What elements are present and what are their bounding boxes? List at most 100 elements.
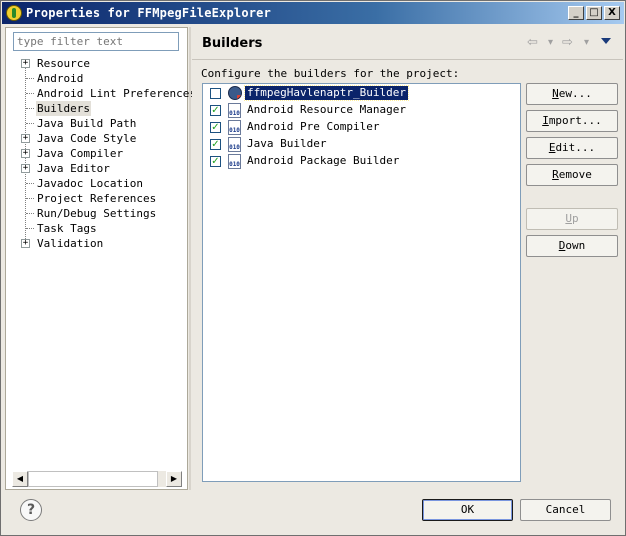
builder-row[interactable]: ✓ 010 Java Builder (203, 136, 520, 153)
expand-icon[interactable]: + (21, 239, 30, 248)
builder-checkbox[interactable]: ✓ (210, 156, 221, 167)
tree-item[interactable]: + Java Editor (6, 161, 187, 176)
app-icon (6, 5, 22, 21)
ok-button[interactable]: OK (422, 499, 513, 521)
tree-connector (26, 213, 34, 214)
down-button[interactable]: Down (526, 235, 618, 257)
tree-item-label: Java Code Style (37, 132, 137, 145)
title-bar: Properties for FFMpegFileExplorer _ □ X (2, 2, 624, 24)
import-button[interactable]: Import... (526, 110, 618, 132)
tree-item[interactable]: Android (6, 71, 187, 86)
new-label: ew... (558, 87, 592, 100)
builder-row[interactable]: ✓ 010 Android Resource Manager (203, 102, 520, 119)
tree-connector (26, 108, 34, 109)
builder-label: Java Builder (247, 137, 327, 150)
window-title: Properties for FFMpegFileExplorer (26, 6, 272, 20)
builder-row[interactable]: ffmpegHavlenaptr_Builder (203, 85, 520, 102)
cancel-button[interactable]: Cancel (520, 499, 611, 521)
tree-item-label: Task Tags (37, 222, 97, 235)
properties-dialog: Properties for FFMpegFileExplorer _ □ X … (0, 0, 626, 536)
tree-item-label: Android (37, 72, 84, 85)
builder-file-icon: 010 (228, 137, 241, 152)
builder-row[interactable]: ✓ 010 Android Pre Compiler (203, 119, 520, 136)
dialog-footer: ? OK Cancel (2, 491, 624, 535)
tree-item[interactable]: + Java Compiler (6, 146, 187, 161)
tree-item-label: Run/Debug Settings (37, 207, 157, 220)
new-button[interactable]: New... (526, 83, 618, 105)
tree-item-label: Android Lint Preferences (37, 87, 196, 100)
remove-mnemonic: R (552, 168, 559, 181)
panel-sash[interactable] (189, 27, 191, 490)
up-button[interactable]: Up (526, 208, 618, 230)
tree-item-label: Java Build Path (37, 117, 137, 130)
down-label: own (565, 239, 586, 252)
tree-item[interactable]: Android Lint Preferences (6, 86, 196, 101)
tree-item[interactable]: Project References (6, 191, 187, 206)
horizontal-scrollbar[interactable]: ◀ ▶ (12, 471, 182, 487)
close-button[interactable]: X (604, 6, 620, 20)
tree-item-label: Project References (37, 192, 157, 205)
back-menu-icon[interactable]: ▾ (548, 37, 553, 48)
expand-icon[interactable]: + (21, 164, 30, 173)
tree-item-label: Javadoc Location (37, 177, 143, 190)
builder-label: ffmpegHavlenaptr_Builder (244, 85, 409, 101)
tree-item[interactable]: Javadoc Location (6, 176, 187, 191)
back-arrow-icon[interactable]: ⇦ (527, 35, 538, 50)
builder-label: Android Resource Manager (247, 103, 406, 116)
builder-label: Android Package Builder (247, 154, 400, 167)
edit-button[interactable]: Edit... (526, 137, 618, 159)
maximize-button[interactable]: □ (586, 6, 602, 20)
builder-row[interactable]: ✓ 010 Android Package Builder (203, 153, 520, 170)
forward-menu-icon[interactable]: ▾ (584, 37, 589, 48)
tree-item[interactable]: + Resource (6, 56, 187, 71)
up-mnemonic: U (565, 212, 572, 225)
tree-item[interactable]: Run/Debug Settings (6, 206, 187, 221)
edit-label: dit... (555, 141, 596, 154)
tree-connector (26, 93, 34, 94)
builders-page: Configure the builders for the project: … (192, 61, 623, 490)
scroll-thumb[interactable] (28, 471, 158, 487)
tree-connector (26, 198, 34, 199)
tree-item[interactable]: + Validation (6, 236, 187, 251)
expand-icon[interactable]: + (21, 134, 30, 143)
external-tool-icon (228, 86, 242, 100)
up-label: p (572, 212, 579, 225)
expand-icon[interactable]: + (21, 149, 30, 158)
tree-item-label: Java Editor (37, 162, 110, 175)
tree-item-label: Validation (37, 237, 104, 250)
tree-connector (26, 183, 34, 184)
builders-list[interactable]: ffmpegHavlenaptr_Builder ✓ 010 Android Reso… (202, 83, 521, 482)
property-page-tree-panel: + Resource Android Android Lint Preferences… (5, 27, 196, 490)
filter-input[interactable] (13, 32, 179, 51)
tree-item-label: Builders (36, 101, 91, 116)
builders-description: Configure the builders for the project: (201, 67, 460, 80)
help-icon[interactable]: ? (20, 499, 42, 521)
tree-item-label: Java Compiler (37, 147, 124, 160)
builder-checkbox[interactable]: ✓ (210, 105, 221, 116)
property-page-tree: + Resource Android Android Lint Preferences… (6, 56, 196, 251)
import-mnemonic: I (542, 114, 549, 127)
page-title: Builders (202, 36, 263, 51)
view-menu-icon[interactable] (601, 38, 611, 44)
tree-item[interactable]: Builders (6, 101, 187, 116)
remove-label: emove (558, 168, 592, 181)
minimize-button[interactable]: _ (568, 6, 584, 20)
builder-checkbox[interactable]: ✓ (210, 139, 221, 150)
forward-arrow-icon[interactable]: ⇨ (562, 35, 573, 50)
new-mnemonic: N (552, 87, 559, 100)
remove-button[interactable]: Remove (526, 164, 618, 186)
scroll-right-icon[interactable]: ▶ (166, 471, 182, 487)
expand-icon[interactable]: + (21, 59, 30, 68)
tree-connector (26, 78, 34, 79)
builder-checkbox[interactable]: ✓ (210, 122, 221, 133)
builder-file-icon: 010 (228, 120, 241, 135)
tree-item[interactable]: + Java Code Style (6, 131, 187, 146)
tree-connector (26, 123, 34, 124)
page-header: Builders ⇦ ▾ ⇨ ▾ (192, 27, 623, 60)
tree-item[interactable]: Task Tags (6, 221, 187, 236)
scroll-left-icon[interactable]: ◀ (12, 471, 28, 487)
tree-item[interactable]: Java Build Path (6, 116, 187, 131)
import-label: mport... (548, 114, 602, 127)
tree-item-label: Resource (37, 57, 90, 70)
builder-checkbox[interactable] (210, 88, 221, 99)
